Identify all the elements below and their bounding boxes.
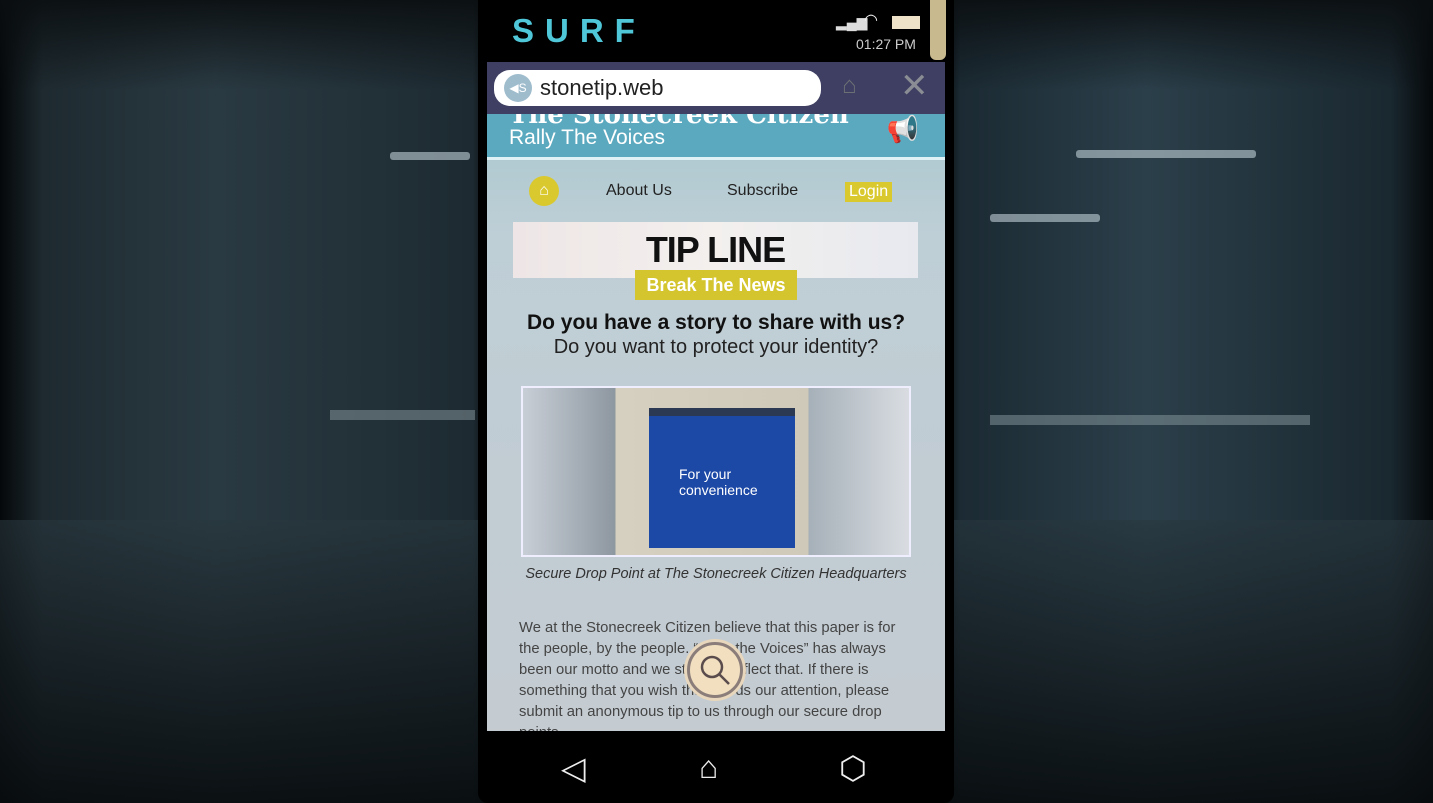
site-nav: ⌂ About Us Subscribe Login (487, 176, 945, 206)
question-heading: Do you have a story to share with us? (526, 311, 906, 334)
magnifier-button[interactable] (687, 642, 743, 698)
desk (330, 410, 475, 420)
wifi-icon: ◠ (864, 12, 878, 29)
ceiling-light (990, 214, 1100, 222)
site-tagline: Rally The Voices (509, 126, 666, 149)
browser-home-button[interactable]: ⌂ (842, 72, 857, 100)
signal-icon: ▂▄▆ (836, 14, 868, 30)
drop-box-photo: For your convenience (521, 386, 911, 557)
url-field[interactable]: ◀S stonetip.web (494, 70, 821, 106)
phone-nav-bar: ◁ ⌂ ⬡ (487, 731, 945, 803)
ceiling-light (1076, 150, 1256, 158)
back-icon[interactable]: ◁ (561, 749, 586, 787)
nav-login[interactable]: Login (845, 182, 893, 202)
question-subheading: Do you want to protect your identity? (553, 336, 879, 358)
battery-icon (892, 16, 920, 29)
phone-side-button[interactable] (930, 0, 946, 60)
home-icon[interactable]: ⌂ (699, 749, 718, 786)
desk (990, 415, 1310, 425)
site-favicon-icon: ◀S (504, 74, 532, 102)
drop-box: For your convenience (649, 408, 795, 548)
webpage[interactable]: The Stonecreek Citizen Rally The Voices … (487, 114, 945, 731)
break-the-news-button[interactable]: Break The News (635, 270, 797, 300)
search-icon (700, 655, 730, 685)
nav-about-us[interactable]: About Us (606, 182, 672, 200)
drop-box-text: For your convenience (679, 466, 758, 498)
megaphone-logo-icon: 📢 (886, 114, 919, 144)
app-switcher-icon[interactable]: ⬡ (839, 749, 867, 787)
site-home-button[interactable]: ⌂ (529, 176, 559, 206)
nav-subscribe[interactable]: Subscribe (727, 182, 798, 200)
photo-caption: Secure Drop Point at The Stonecreek Citi… (525, 566, 907, 582)
url-text: stonetip.web (540, 75, 664, 100)
browser-close-button[interactable]: ✕ (900, 66, 929, 106)
clock: 01:27 PM (856, 36, 916, 52)
ceiling-light (390, 152, 470, 160)
app-title: SURF (512, 12, 646, 49)
masthead: The Stonecreek Citizen Rally The Voices … (487, 114, 945, 160)
